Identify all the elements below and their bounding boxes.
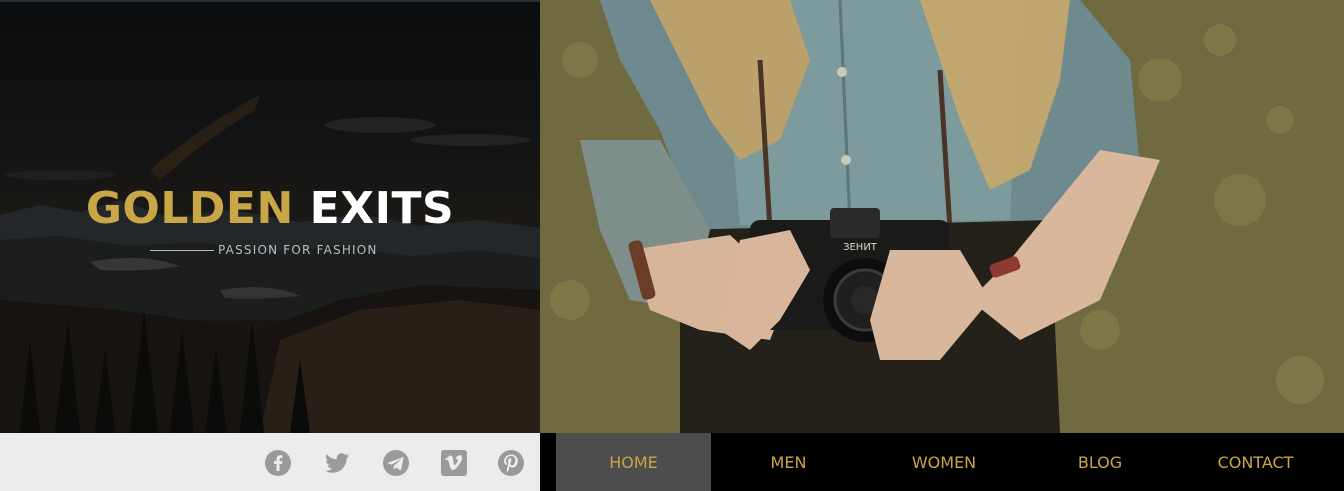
main-navigation: HOME MEN WOMEN BLOG CONTACT: [540, 433, 1344, 491]
vimeo-icon[interactable]: [440, 449, 468, 477]
telegram-icon[interactable]: [382, 449, 410, 477]
nav-item-blog[interactable]: BLOG: [1022, 433, 1178, 491]
tagline-divider: [150, 249, 214, 251]
twitter-icon[interactable]: [323, 449, 351, 477]
hero-landscape-panel: GOLDEN EXITS PASSION FOR FASHION: [0, 0, 540, 433]
camera-brand-mark: ЗЕНИТ: [843, 242, 878, 253]
brand-block: GOLDEN EXITS: [0, 182, 540, 236]
nav-item-women[interactable]: WOMEN: [866, 433, 1022, 491]
pinterest-icon[interactable]: [497, 449, 525, 477]
site-title-gold: GOLDEN: [85, 183, 294, 234]
tagline-row: PASSION FOR FASHION: [150, 242, 378, 258]
nav-item-men[interactable]: MEN: [711, 433, 866, 491]
woman-with-camera-photo: ЗЕНИТ: [540, 0, 1344, 433]
site-title-white: EXITS: [309, 183, 455, 234]
nav-item-contact[interactable]: CONTACT: [1178, 433, 1333, 491]
site-title: GOLDEN EXITS: [86, 182, 454, 236]
site-tagline: PASSION FOR FASHION: [218, 243, 378, 257]
nav-item-home[interactable]: HOME: [556, 433, 711, 491]
hero-photo-panel: ЗЕНИТ: [540, 0, 1344, 433]
facebook-icon[interactable]: [264, 449, 292, 477]
